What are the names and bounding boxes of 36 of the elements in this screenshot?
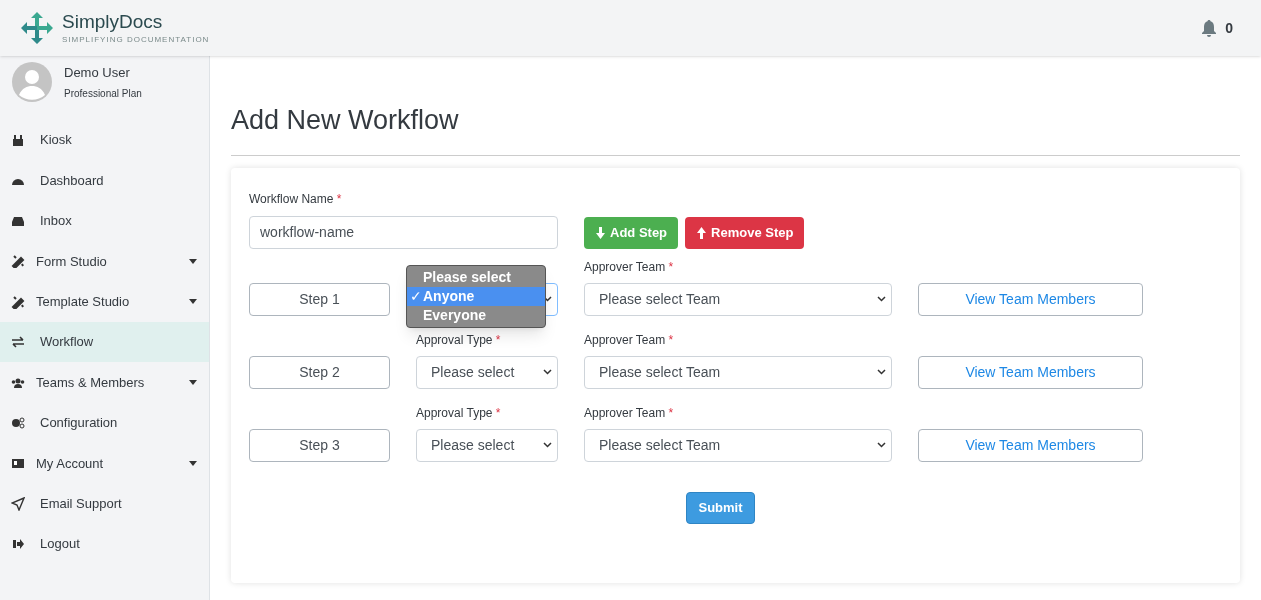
page-title: Add New Workflow: [231, 100, 1240, 156]
field-label: Approver Team *: [584, 331, 675, 348]
sidebar-item[interactable]: Email Support: [0, 483, 209, 524]
workflow-name-field[interactable]: workflow-name: [249, 215, 558, 249]
sidebar-item[interactable]: Teams & Members: [0, 362, 209, 403]
approval-type-select[interactable]: Please select: [416, 428, 558, 462]
approval-type-select[interactable]: Please select: [416, 355, 558, 389]
sidebar-item[interactable]: Workflow: [0, 321, 209, 363]
view-team-members-button[interactable]: View Team Members: [918, 282, 1143, 316]
brand-tagline: SIMPLIFYING DOCUMENTATION: [62, 33, 210, 46]
sidebar-item[interactable]: My Account: [0, 443, 209, 484]
approver-team-select[interactable]: Please select Team: [584, 428, 892, 462]
sidebar-item[interactable]: Form Studio: [0, 241, 209, 282]
sidebar-item[interactable]: Configuration: [0, 402, 209, 444]
field-label: Approver Team *: [584, 404, 675, 421]
sidebar-item[interactable]: Kiosk: [0, 120, 209, 161]
notification-count: 0: [1225, 18, 1233, 38]
view-team-members-button[interactable]: View Team Members: [918, 428, 1143, 462]
sidebar-item[interactable]: Inbox: [0, 200, 209, 242]
approver-team-select[interactable]: Please select Team: [584, 355, 892, 389]
view-team-members-button[interactable]: View Team Members: [918, 355, 1143, 389]
field-label: Workflow Name *: [249, 190, 343, 208]
sidebar-item[interactable]: Logout: [0, 523, 209, 565]
sidebar-item[interactable]: Template Studio: [0, 281, 209, 322]
remove-step-button[interactable]: Remove Step: [685, 216, 805, 249]
user-plan: Professional Plan: [64, 87, 142, 102]
brand-name: SimplyDocs: [62, 10, 164, 34]
step-button[interactable]: Step 2: [249, 355, 390, 389]
step-button[interactable]: Step 3: [249, 428, 390, 462]
field-label: Approval Type *: [416, 331, 502, 348]
field-label: Approval Type *: [416, 404, 502, 421]
field-label: Approver Team *: [584, 258, 675, 275]
approver-team-select[interactable]: Please select Team: [584, 282, 892, 316]
user-name: Demo User: [64, 63, 131, 82]
sidebar-item[interactable]: Dashboard: [0, 160, 209, 201]
step-button[interactable]: Step 1: [249, 282, 390, 316]
